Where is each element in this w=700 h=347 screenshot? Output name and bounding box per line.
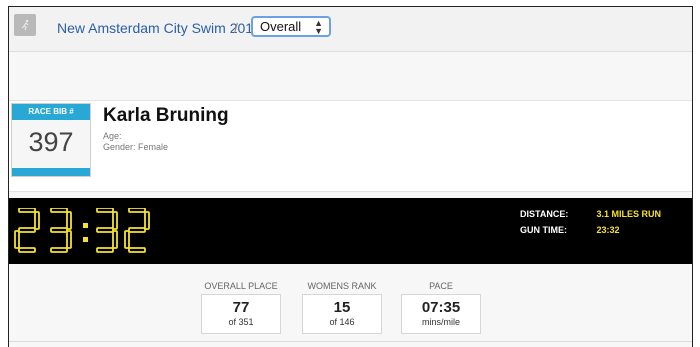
select-arrows-icon: ▲ ▼ [314,18,323,36]
race-bib: RACE BIB # 397 [11,103,91,177]
view-select-value: Overall [260,19,302,34]
clock-digit [50,208,72,253]
race-info-row: DISTANCE: 3.1 MILES RUN [520,209,661,225]
pace-value: 07:35 [421,299,461,316]
view-select[interactable]: Overall ▲ ▼ [251,16,331,37]
runner-icon [21,19,29,31]
event-title-link[interactable]: New Amsterdam City Swim 2015 [57,20,261,36]
overall-place-box: 77 of 351 [201,294,281,334]
overall-place-value: 77 [232,299,250,316]
clock-digit [124,208,150,253]
race-clock-display [14,208,150,253]
pace-box: 07:35 mins/mile [401,294,481,334]
race-info: DISTANCE: 3.1 MILES RUN GUN TIME: 23:32 [520,209,661,241]
pace-unit: mins/mile [421,317,460,327]
header-bar: New Amsterdam City Swim 2015 / Overall ▲… [9,7,692,52]
race-clock-bar: DISTANCE: 3.1 MILES RUN GUN TIME: 23:32 [9,198,692,264]
athlete-card: RACE BIB # 397 Karla Bruning Age: Gender… [9,100,692,192]
distance-value: 3.1 MILES RUN [596,209,662,219]
athlete-name: Karla Bruning [103,105,229,126]
divider [9,341,692,342]
pace-label: PACE [429,281,453,291]
womens-rank-label: WOMENS RANK [307,281,377,291]
race-info-row: GUN TIME: 23:32 [520,225,661,241]
clock-digit [14,208,40,253]
clock-colon [83,223,88,242]
gun-time-value: 23:32 [596,225,620,235]
bib-number: 397 [28,127,74,157]
womens-rank-box: 15 of 146 [302,294,382,334]
breadcrumb-separator: / [234,20,238,36]
gun-time-label: GUN TIME: [520,225,567,235]
womens-rank-total: of 146 [329,317,355,327]
clock-digits [14,208,150,253]
overall-place-label: OVERALL PLACE [204,281,278,291]
overall-place-total: of 351 [228,317,254,327]
distance-label: DISTANCE: [520,209,569,219]
results-page: New Amsterdam City Swim 2015 / Overall ▲… [8,6,693,347]
athlete-age: Age: [103,131,122,141]
athlete-gender: Gender: Female [103,142,169,152]
clock-digit [96,208,118,253]
bib-bottom-stripe [12,168,90,176]
bib-label: RACE BIB # [12,104,90,120]
home-button[interactable] [14,14,36,36]
womens-rank-value: 15 [333,299,351,316]
